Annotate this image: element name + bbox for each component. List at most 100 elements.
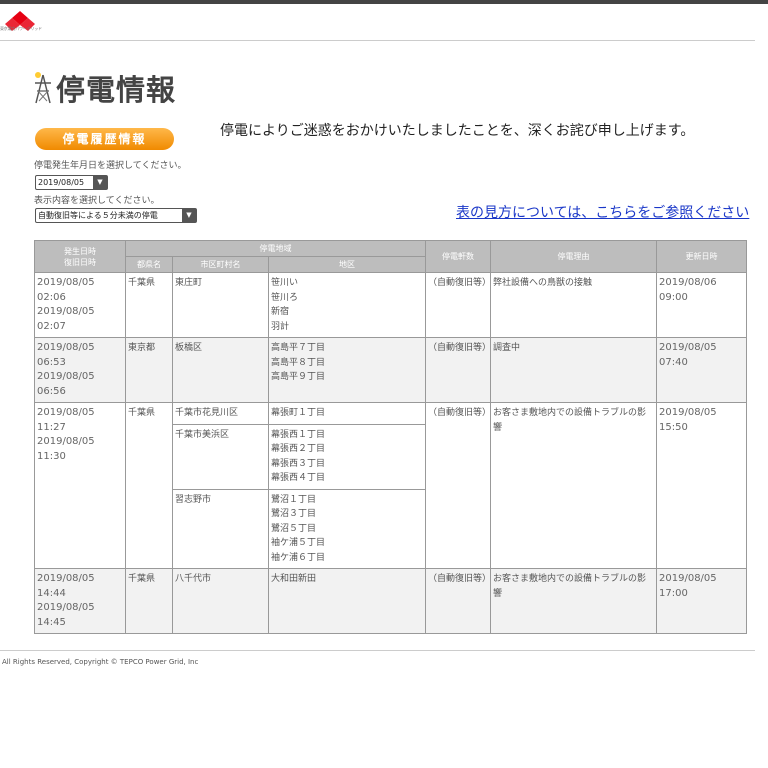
occurred-date: 2019/08/05 <box>37 573 95 584</box>
updated-time: 09:00 <box>659 291 688 303</box>
header-count: 停電軒数 <box>425 240 492 273</box>
district-item: 幕張西１丁目 <box>271 429 326 440</box>
updated-date: 2019/08/05 <box>659 407 717 418</box>
table-guide-link[interactable]: 表の見方については、こちらをご参照ください <box>456 202 749 222</box>
district-cell: 笹川い 笹川ろ 新宿 羽計 <box>267 272 427 338</box>
reason-cell: お客さま敷地内での設備トラブルの影響 <box>490 402 658 569</box>
occurred-time: 14:44 <box>37 587 66 599</box>
content-select[interactable]: 自動復旧等による５分未満の停電 ▼ <box>35 208 197 223</box>
district-cell: 幕張西１丁目 幕張西２丁目 幕張西３丁目 幕張西４丁目 <box>267 423 427 490</box>
district-cell: 幕張町１丁目 <box>267 402 427 425</box>
occurred-restored-cell: 2019/08/05 06:53 2019/08/05 06:56 <box>34 337 126 403</box>
date-select-value: 2019/08/05 <box>38 178 85 187</box>
count-cell: （自動復旧等） <box>425 402 491 569</box>
dropdown-arrow-icon: ▼ <box>93 176 107 189</box>
district-item: 鷺沼３丁目 <box>271 509 317 519</box>
district-item: 幕張西３丁目 <box>271 458 326 469</box>
occurred-time: 02:06 <box>37 291 66 303</box>
restored-time: 02:07 <box>37 320 66 332</box>
updated-time: 15:50 <box>659 421 688 433</box>
header-prefecture: 都県名 <box>125 256 173 273</box>
page-title-text: 停電情報 <box>56 73 177 107</box>
logo-text: 東京電力パワーグリッド <box>0 26 42 31</box>
page-title: 停電情報 <box>32 68 176 108</box>
district-item: 羽計 <box>271 321 290 332</box>
prefecture-cell: 東京都 <box>125 337 173 403</box>
table-row: 2019/08/05 11:27 2019/08/05 11:30 千葉県 千葉… <box>34 402 748 569</box>
restored-date: 2019/08/05 <box>37 371 95 382</box>
count-cell: （自動復旧等） <box>425 337 491 403</box>
updated-date: 2019/08/05 <box>659 342 717 353</box>
table-row: 2019/08/05 06:53 2019/08/05 06:56 東京都 板橋… <box>34 337 748 403</box>
reason-cell: 調査中 <box>490 337 658 403</box>
district-item: 高島平８丁目 <box>271 357 326 368</box>
reason-cell: お客さま敷地内での設備トラブルの影響 <box>490 568 658 634</box>
city-cell: 東庄町 <box>172 272 269 338</box>
district-item: 笹川い <box>271 278 299 288</box>
district-item: 幕張西４丁目 <box>271 473 326 483</box>
district-item: 鷺沼５丁目 <box>271 523 317 534</box>
header-district: 地区 <box>267 256 427 273</box>
header-occurred: 発生日時 <box>64 246 96 256</box>
city-cell: 千葉市美浜区 <box>172 423 269 490</box>
table-row: 2019/08/05 14:44 2019/08/05 14:45 千葉県 八千… <box>34 568 748 634</box>
updated-date: 2019/08/05 <box>659 573 717 584</box>
outage-history-button[interactable]: 停電履歴情報 <box>35 128 174 150</box>
occurred-restored-cell: 2019/08/05 02:06 2019/08/05 02:07 <box>34 272 126 338</box>
restored-time: 06:56 <box>37 385 66 397</box>
district-cell: 大和田新田 <box>267 568 427 634</box>
city-cell: 八千代市 <box>172 568 269 634</box>
district-item: 鷺沼１丁目 <box>271 494 317 505</box>
district-item: 高島平９丁目 <box>271 372 326 382</box>
apology-message: 停電によりご迷惑をおかけいたしましたことを、深くお詫び申し上げます。 <box>220 123 695 139</box>
header-occurred-restored: 発生日時 復旧日時 <box>34 240 126 273</box>
copyright: All Rights Reserved, Copyright © TEPCO P… <box>2 658 199 666</box>
restored-date: 2019/08/05 <box>37 602 95 613</box>
city-cell: 千葉市花見川区 <box>172 402 269 425</box>
outage-table: 発生日時 復旧日時 停電地域 停電軒数 停電理由 更新日時 都県名 市区町村名 … <box>34 240 748 634</box>
power-tower-icon <box>35 72 51 104</box>
count-cell: （自動復旧等） <box>425 272 491 338</box>
district-item: 笹川ろ <box>271 292 299 303</box>
top-bar <box>0 0 768 4</box>
district-item: 幕張町１丁目 <box>271 408 326 418</box>
district-item: 袖ケ浦６丁目 <box>271 552 326 563</box>
updated-cell: 2019/08/05 17:00 <box>656 568 748 634</box>
district-item: 大和田新田 <box>271 574 317 584</box>
occurred-time: 06:53 <box>37 356 66 368</box>
updated-time: 07:40 <box>659 356 688 368</box>
prefecture-cell: 千葉県 <box>125 272 173 338</box>
occurred-date: 2019/08/05 <box>37 277 95 288</box>
district-item: 袖ケ浦５丁目 <box>271 538 326 548</box>
header-restored: 復旧日時 <box>64 257 96 267</box>
occurred-restored-cell: 2019/08/05 11:27 2019/08/05 11:30 <box>34 402 126 569</box>
restored-date: 2019/08/05 <box>37 436 95 447</box>
district-item: 高島平７丁目 <box>271 343 326 353</box>
occurred-restored-cell: 2019/08/05 14:44 2019/08/05 14:45 <box>34 568 126 634</box>
content-select-value: 自動復旧等による５分未満の停電 <box>38 211 158 220</box>
city-cell: 板橋区 <box>172 337 269 403</box>
updated-cell: 2019/08/05 15:50 <box>656 402 748 569</box>
occurred-date: 2019/08/05 <box>37 342 95 353</box>
district-cell: 高島平７丁目 高島平８丁目 高島平９丁目 <box>267 337 427 403</box>
restored-time: 11:30 <box>37 450 66 462</box>
prefecture-cell: 千葉県 <box>125 402 173 569</box>
header-reason: 停電理由 <box>490 240 658 273</box>
header-area: 停電地域 <box>124 240 427 257</box>
content-hint: 表示内容を選択してください。 <box>34 196 160 206</box>
reason-cell: 弊社設備への鳥獣の接触 <box>490 272 658 338</box>
updated-cell: 2019/08/05 07:40 <box>656 337 748 403</box>
occurred-time: 11:27 <box>37 421 66 433</box>
district-cell: 鷺沼１丁目 鷺沼３丁目 鷺沼５丁目 袖ケ浦５丁目 袖ケ浦６丁目 <box>267 488 427 569</box>
footer-divider <box>0 650 755 651</box>
header-city: 市区町村名 <box>172 256 269 273</box>
count-cell: （自動復旧等） <box>425 568 491 634</box>
date-hint: 停電発生年月日を選択してください。 <box>34 161 187 171</box>
header-updated: 更新日時 <box>656 240 748 273</box>
city-cell: 習志野市 <box>172 488 269 569</box>
updated-date: 2019/08/06 <box>659 277 717 288</box>
restored-time: 14:45 <box>37 616 66 628</box>
updated-cell: 2019/08/06 09:00 <box>656 272 748 338</box>
updated-time: 17:00 <box>659 587 688 599</box>
date-select[interactable]: 2019/08/05 ▼ <box>35 175 108 190</box>
